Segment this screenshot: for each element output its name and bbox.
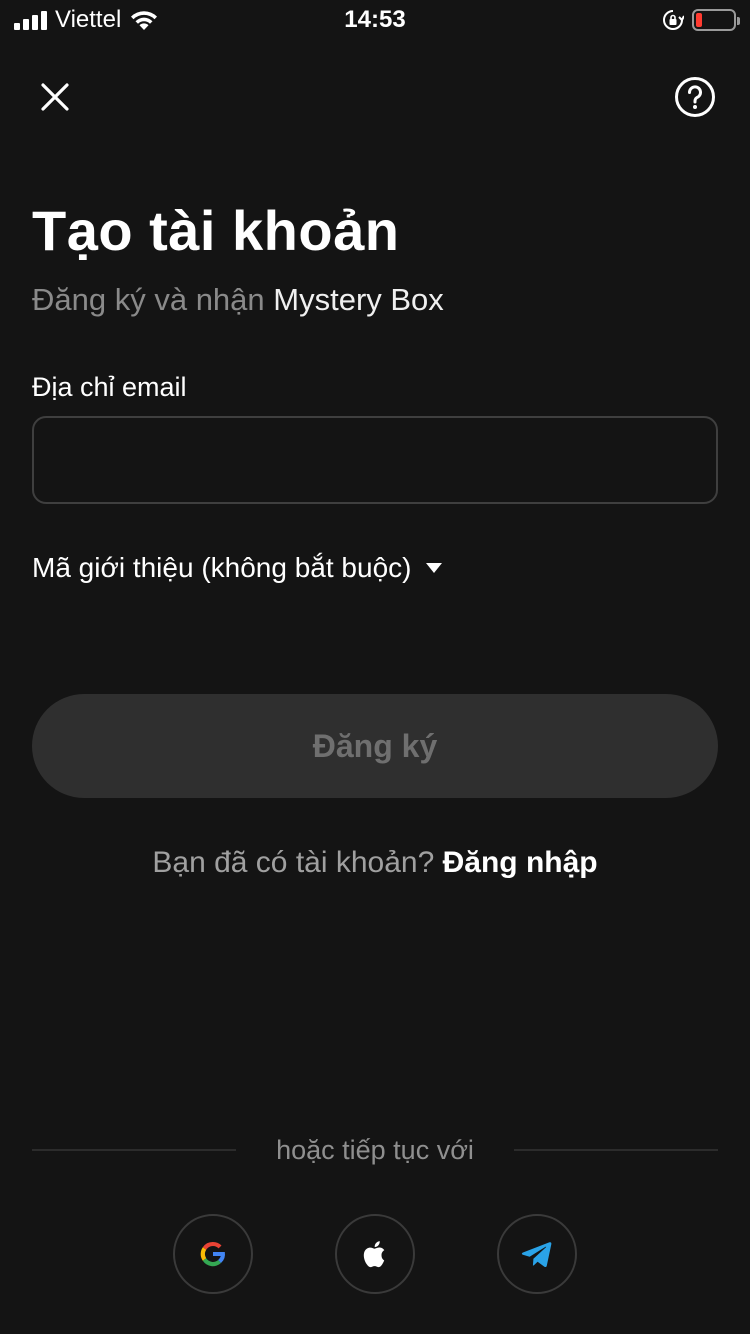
email-field[interactable] [32,416,718,504]
apple-icon [363,1241,385,1268]
social-divider: hoặc tiếp tục với [32,1132,718,1168]
apple-login-button[interactable] [335,1214,415,1294]
referral-code-label: Mã giới thiệu (không bắt buộc) [32,552,412,583]
orientation-lock-icon [663,10,684,30]
battery-level [696,13,703,27]
google-icon [200,1241,225,1267]
email-label: Địa chỉ email [32,372,187,402]
close-icon [41,83,69,111]
divider-text: hoặc tiếp tục với [276,1134,474,1165]
signal-icon [14,10,47,30]
divider-line-right [513,1149,718,1151]
login-link[interactable]: Đăng nhập [443,846,598,879]
subtitle-highlight: Mystery Box [273,282,444,317]
carrier-name: Viettel [55,6,122,33]
status-bar: Viettel 14:53 [0,0,750,40]
help-button[interactable] [672,74,718,120]
divider-line-left [32,1149,237,1151]
status-time: 14:53 [344,6,406,33]
login-prompt: Bạn đã có tài khoản? Đăng nhập [0,846,750,880]
telegram-login-button[interactable] [497,1214,577,1294]
subtitle-prefix: Đăng ký và nhận [32,282,274,317]
page-subtitle: Đăng ký và nhận Mystery Box [32,282,444,318]
google-login-button[interactable] [173,1214,253,1294]
status-left: Viettel [14,6,254,34]
close-button[interactable] [32,74,78,120]
caret-down-icon [426,563,443,573]
battery-icon [692,9,740,31]
status-right [496,9,740,31]
telegram-icon [521,1242,552,1268]
login-question: Bạn đã có tài khoản? [152,846,443,879]
register-button[interactable]: Đăng ký [32,694,718,798]
help-circle-icon [675,77,715,117]
page-title: Tạo tài khoản [32,199,400,262]
referral-code-toggle[interactable]: Mã giới thiệu (không bắt buộc) [32,552,443,584]
wifi-icon [131,11,158,30]
social-login-row [0,1214,750,1294]
